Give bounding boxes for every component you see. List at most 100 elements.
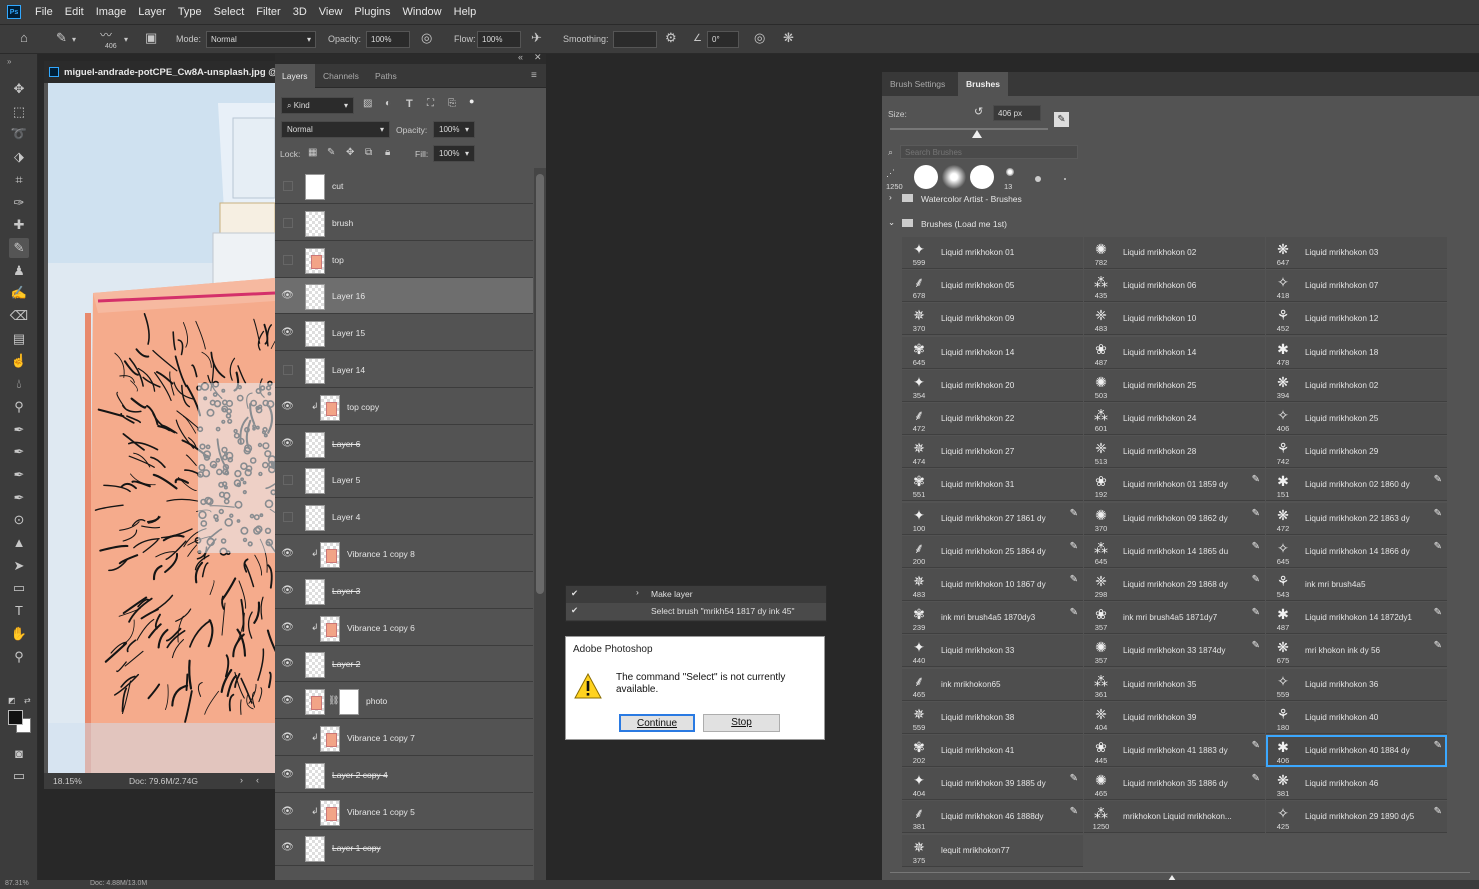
layer-thumbnail[interactable] (305, 762, 325, 789)
lock-image-icon[interactable]: ✎ (327, 147, 335, 158)
layer-thumbnail[interactable] (305, 652, 325, 679)
lock-artboard-icon[interactable]: ⧉ (365, 147, 372, 158)
flow-input[interactable]: 100% (477, 31, 521, 48)
brush-preset[interactable]: ✺ 465 Liquid mrikhokon 35 1886 dy ✎ (1084, 768, 1265, 801)
brush-preset[interactable]: ⚘ 742 Liquid mrikhokon 29 (1266, 436, 1447, 469)
layer-row[interactable]: 👁︎ Layer 3 (275, 572, 533, 609)
pen-tool-icon[interactable]: ✒ (9, 420, 29, 440)
chevron-down-icon[interactable]: ▾ (72, 35, 76, 44)
layer-thumbnail[interactable] (320, 799, 340, 826)
tab-brushes[interactable]: Brushes (958, 72, 1009, 96)
brush-preset[interactable]: ✵ 559 Liquid mrikhokon 38 (902, 701, 1083, 734)
brush-preset[interactable]: ❋ 394 Liquid mrikhokon 02 (1266, 369, 1447, 402)
brush-tool-icon[interactable]: ✎ (56, 30, 67, 46)
preset-brush-sample-icon[interactable]: ⋰ (886, 168, 895, 179)
brush-preset[interactable]: ✵ 370 Liquid mrikhokon 09 (902, 303, 1083, 336)
brush-preset[interactable]: ❋ 647 Liquid mrikhokon 03 (1266, 237, 1447, 269)
home-icon[interactable]: ⌂ (20, 30, 28, 45)
edit-brush-icon[interactable]: ✎ (1252, 640, 1260, 651)
filter-adjustment-icon[interactable]: ◐ (385, 98, 391, 109)
symmetry-icon[interactable]: ❋ (783, 30, 794, 46)
layer-row[interactable]: 👁︎ ↲ Vibrance 1 copy 8 (275, 536, 533, 572)
brush-preset[interactable]: ✧ 559 Liquid mrikhokon 36 (1266, 668, 1447, 701)
lock-position-icon[interactable]: ✥ (346, 147, 354, 158)
layer-thumbnail[interactable] (305, 210, 325, 237)
brush-preset[interactable]: ✦ 100 Liquid mrikhokon 27 1861 dy ✎ (902, 502, 1083, 535)
eye-icon[interactable]: 👁︎ (279, 693, 296, 709)
visibility-toggle[interactable] (283, 254, 293, 265)
mode-select[interactable]: Normal ▾ (206, 31, 316, 48)
brush-size-slider[interactable] (890, 128, 1048, 130)
preset-tiny-round[interactable] (1035, 176, 1041, 182)
edit-brush-icon[interactable]: ✎ (1252, 541, 1260, 552)
convert-point-icon[interactable]: ⊙ (9, 510, 29, 530)
close-icon[interactable]: ✕ (534, 52, 542, 63)
eraser-tool-icon[interactable]: ⌫ (9, 306, 29, 326)
menu-type[interactable]: Type (172, 6, 208, 18)
filter-smart-object-icon[interactable]: ⎘ (448, 98, 456, 109)
zoom-readout[interactable]: 18.15% (53, 776, 82, 786)
blur-tool-icon[interactable]: 💧︎ (9, 374, 29, 394)
brush-preset[interactable]: ❋ 381 Liquid mrikhokon 46 (1266, 768, 1447, 801)
visibility-toggle[interactable] (283, 475, 293, 486)
edit-brush-icon[interactable]: ✎ (1434, 806, 1442, 817)
preset-hard-round[interactable] (914, 165, 938, 189)
filter-shape-icon[interactable]: ⛶ (427, 98, 434, 109)
layer-row[interactable]: top (275, 241, 533, 278)
eye-icon[interactable]: 👁︎ (279, 436, 296, 452)
brush-preset[interactable]: ✵ 483 Liquid mrikhokon 10 1867 dy ✎ (902, 569, 1083, 601)
eye-icon[interactable]: 👁︎ (279, 730, 296, 746)
brush-preset[interactable]: ✾ 645 Liquid mrikhokon 14 (902, 336, 1083, 369)
menu-plugins[interactable]: Plugins (348, 6, 396, 18)
brush-preset[interactable]: ⁂ 1250 mrikhokon Liquid mrikhokon... (1084, 801, 1265, 834)
tab-paths[interactable]: Paths (368, 64, 404, 88)
layer-thumbnail[interactable] (305, 174, 325, 200)
continue-button[interactable]: Continue (619, 714, 695, 732)
expand-toolbar-icon[interactable]: » (7, 57, 11, 66)
brush-preset[interactable]: ⸙ 465 ink mrikhokon65 (902, 668, 1083, 701)
menu-layer[interactable]: Layer (132, 6, 172, 18)
edit-brush-icon[interactable]: ✎ (1070, 806, 1078, 817)
stamp-tool-icon[interactable]: ♟ (9, 261, 29, 281)
add-anchor-icon[interactable]: ✒ (9, 488, 29, 508)
edit-brush-icon[interactable]: ✎ (1070, 574, 1078, 585)
visibility-toggle[interactable] (283, 217, 293, 228)
edit-brush-icon[interactable]: ✎ (1070, 607, 1078, 618)
layer-thumbnail[interactable] (320, 615, 340, 642)
layer-mask-thumbnail[interactable] (339, 689, 359, 716)
edit-brush-icon[interactable]: ✎ (1434, 607, 1442, 618)
menu-edit[interactable]: Edit (59, 6, 90, 18)
lasso-tool-icon[interactable]: ➰ (9, 124, 29, 144)
edit-brush-icon[interactable]: ✎ (1252, 508, 1260, 519)
edit-brush-icon[interactable]: ✎ (1070, 508, 1078, 519)
layer-thumbnail[interactable] (305, 578, 325, 605)
edit-brush-icon[interactable]: ✎ (1434, 640, 1442, 651)
brush-preset[interactable]: ❀ 445 Liquid mrikhokon 41 1883 dy ✎ (1084, 735, 1265, 767)
zoom-readout[interactable]: 87.31% (5, 880, 29, 887)
gradient-tool-icon[interactable]: ▤ (9, 329, 29, 349)
brush-preset[interactable]: ✾ 239 ink mri brush4a5 1870dy3 ✎ (902, 602, 1083, 635)
brush-preset[interactable]: ❋ 472 Liquid mrikhokon 22 1863 dy ✎ (1266, 502, 1447, 535)
stop-button[interactable]: Stop (703, 714, 780, 732)
eye-icon[interactable]: 👁︎ (279, 288, 296, 304)
menu-select[interactable]: Select (208, 6, 251, 18)
layer-thumbnail[interactable] (305, 836, 325, 863)
move-tool-icon[interactable]: ✥ (9, 79, 29, 99)
layer-thumbnail[interactable] (320, 726, 340, 752)
edit-brush-icon[interactable]: ✎ (1434, 474, 1442, 485)
brush-preset[interactable]: ✧ 425 Liquid mrikhokon 29 1890 dy5 ✎ (1266, 801, 1447, 834)
brush-preset[interactable]: ❈ 404 Liquid mrikhokon 39 (1084, 701, 1265, 734)
brush-preset[interactable]: ⸙ 678 Liquid mrikhokon 05 (902, 270, 1083, 303)
brush-preset[interactable]: ✺ 370 Liquid mrikhokon 09 1862 dy ✎ (1084, 502, 1265, 535)
chevron-right-icon[interactable]: › (240, 775, 243, 785)
menu-filter[interactable]: Filter (250, 6, 286, 18)
layer-thumbnail[interactable] (320, 394, 340, 421)
brush-settings-toggle-icon[interactable]: ▣ (145, 30, 157, 46)
collapse-icon[interactable]: « (518, 52, 523, 62)
thumb-size-slider[interactable] (890, 872, 1470, 873)
brush-preset[interactable]: ✾ 202 Liquid mrikhokon 41 (902, 735, 1083, 767)
healing-tool-icon[interactable]: ✚ (9, 215, 29, 235)
layer-thumbnail[interactable] (305, 468, 325, 495)
layer-row[interactable]: 👁︎ Layer 15 (275, 315, 533, 352)
layer-row[interactable]: 👁︎ Layer 2 copy 4 (275, 756, 533, 793)
